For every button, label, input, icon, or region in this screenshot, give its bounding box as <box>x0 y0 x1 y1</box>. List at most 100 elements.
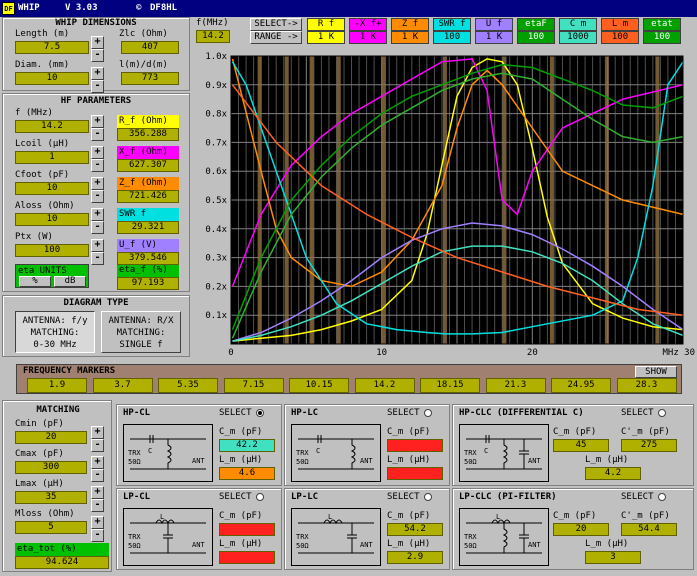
y-tick-label: 0.5x <box>205 196 227 206</box>
series-range-button[interactable]: 100 <box>517 31 555 44</box>
diagram-type-panel: DIAGRAM TYPE ANTENNA: f/y MATCHING: 0-30… <box>2 295 190 357</box>
matching-param-minus-button[interactable]: - <box>91 499 104 512</box>
circuit-select-button[interactable]: SELECT <box>219 492 264 502</box>
frequency-marker[interactable]: 21.3 <box>485 378 546 393</box>
matching-param-label: Cmin (pF) <box>15 419 64 429</box>
frequency-marker[interactable]: 7.15 <box>223 378 284 393</box>
circuit-select-radio[interactable] <box>423 492 432 501</box>
circuit-c2-value: 275 <box>621 439 677 452</box>
series-select-button[interactable]: Z f <box>391 18 429 31</box>
length-minus-button[interactable]: - <box>91 49 104 62</box>
circuit-select-radio[interactable] <box>657 492 666 501</box>
length-plus-button[interactable]: + <box>91 36 104 49</box>
circuit-select-label: SELECT <box>621 408 654 418</box>
eta-unit-db-button[interactable]: dB <box>54 276 86 287</box>
circuit-select-button[interactable]: SELECT <box>219 408 264 418</box>
series-range-button[interactable]: 100 <box>433 31 471 44</box>
hf-param-plus-button[interactable]: + <box>91 177 104 190</box>
schematic-ant-label: ANT <box>528 457 541 465</box>
matching-circuit-panel: HP-CLC (DIFFERENTIAL C) SELECT TRX 50Ω ANT C C… <box>452 404 694 486</box>
hf-param-plus-button[interactable]: + <box>91 208 104 221</box>
diagram-option-antenna-rx[interactable]: ANTENNA: R/X MATCHING: SINGLE f <box>101 311 181 353</box>
matching-param-plus-button[interactable]: + <box>91 516 104 529</box>
hf-param-minus-button[interactable]: - <box>91 221 104 234</box>
frequency-marker-band <box>381 56 386 344</box>
whip-dimensions-title: WHIP DIMENSIONS <box>55 18 137 28</box>
circuit-l-value: 3 <box>585 551 641 564</box>
hf-param-minus-button[interactable]: - <box>91 128 104 141</box>
circuit-title: HP-LC <box>291 408 319 418</box>
circuit-schematic: TRX 50Ω ANT C <box>123 424 213 482</box>
series-range-button[interactable]: 1 K <box>391 31 429 44</box>
series-select-button[interactable]: -X f+ <box>349 18 387 31</box>
select-header: SELECT-> <box>250 18 302 31</box>
circuit-select-button[interactable]: SELECT <box>621 408 666 418</box>
eta-unit-percent-button[interactable]: % <box>19 276 51 287</box>
circuit-select-radio[interactable] <box>255 408 264 417</box>
circuit-schematic: TRX 50Ω ANT L <box>291 508 381 566</box>
matching-param-minus-button[interactable]: - <box>91 439 104 452</box>
frequency-marker[interactable]: 24.95 <box>551 378 611 393</box>
frequency-marker[interactable]: 14.2 <box>354 378 415 393</box>
schematic-element-label: C <box>484 447 488 455</box>
circuit-select-button[interactable]: SELECT <box>387 408 432 418</box>
series-range-button[interactable]: 1 K <box>475 31 513 44</box>
hf-param-plus-button[interactable]: + <box>91 115 104 128</box>
series-range-button[interactable]: 1 K <box>307 31 345 44</box>
hf-param-minus-button[interactable]: - <box>91 159 104 172</box>
matching-circuit-panel: LP-LC SELECT TRX 50Ω ANT L C_m (pF) 54.2 L_m (µH… <box>284 488 450 570</box>
hf-output-value: 627.307 <box>117 159 179 172</box>
series-select-button[interactable]: SWR f <box>433 18 471 31</box>
circuit-title: LP-CL <box>123 492 151 502</box>
frequency-marker[interactable]: 5.35 <box>158 378 218 393</box>
schematic-trx-label: TRX <box>464 533 477 541</box>
eta-f-value: 97.193 <box>117 277 179 290</box>
frequency-marker-band <box>442 56 447 344</box>
frequency-marker[interactable]: 28.3 <box>616 378 677 393</box>
hf-param-minus-button[interactable]: - <box>91 252 104 265</box>
circuit-select-radio[interactable] <box>423 408 432 417</box>
circuit-select-radio[interactable] <box>657 408 666 417</box>
series-range-button[interactable]: 100 <box>643 31 681 44</box>
series-range-button[interactable]: 1000 <box>559 31 597 44</box>
circuit-schematic: TRX 50Ω ANT L <box>123 508 213 566</box>
circuit-l-label: L_m (µH) <box>585 539 629 549</box>
frequency-marker[interactable]: 1.9 <box>27 378 87 393</box>
frequency-marker-band <box>257 56 262 344</box>
matching-param-plus-button[interactable]: + <box>91 486 104 499</box>
series-select-button[interactable]: U f <box>475 18 513 31</box>
y-tick-label: 0.3x <box>205 254 227 264</box>
diagram-opt1-line3: 0-30 MHz <box>33 340 77 350</box>
matching-param-minus-button[interactable]: - <box>91 529 104 542</box>
hf-param-plus-button[interactable]: + <box>91 146 104 159</box>
hf-param-minus-button[interactable]: - <box>91 190 104 203</box>
series-select-button[interactable]: R f <box>307 18 345 31</box>
matching-param-plus-button[interactable]: + <box>91 456 104 469</box>
series-range-button[interactable]: 100 <box>601 31 639 44</box>
frequency-marker[interactable]: 3.7 <box>92 378 153 393</box>
matching-param-plus-button[interactable]: + <box>91 426 104 439</box>
frequency-marker[interactable]: 18.15 <box>420 378 480 393</box>
diagram-option-antenna-fy[interactable]: ANTENNA: f/y MATCHING: 0-30 MHz <box>15 311 95 353</box>
hf-param-plus-button[interactable]: + <box>91 239 104 252</box>
series-range-button[interactable]: 1 K <box>349 31 387 44</box>
y-tick-label: 1.0x <box>205 52 227 62</box>
circuit-select-button[interactable]: SELECT <box>387 492 432 502</box>
series-select-button[interactable]: L m <box>601 18 639 31</box>
hf-output-label: SWR f <box>117 208 179 221</box>
series-select-button[interactable]: etat <box>643 18 681 31</box>
diam-minus-button[interactable]: - <box>91 80 104 93</box>
diam-plus-button[interactable]: + <box>91 67 104 80</box>
circuit-select-button[interactable]: SELECT <box>621 492 666 502</box>
hf-output-label: X_f (Ohm) <box>117 146 179 159</box>
series-select-button[interactable]: C m <box>559 18 597 31</box>
hf-output-label: R_f (Ohm) <box>117 115 179 128</box>
matching-param-minus-button[interactable]: - <box>91 469 104 482</box>
hf-param-value: 1 <box>15 151 89 164</box>
whip-icon[interactable]: DF <box>2 2 15 15</box>
hf-output-label: Z_f (Ohm) <box>117 177 179 190</box>
frequency-marker[interactable]: 10.15 <box>289 378 349 393</box>
series-select-button[interactable]: etaF <box>517 18 555 31</box>
markers-show-button[interactable]: SHOW <box>635 366 677 378</box>
circuit-select-radio[interactable] <box>255 492 264 501</box>
